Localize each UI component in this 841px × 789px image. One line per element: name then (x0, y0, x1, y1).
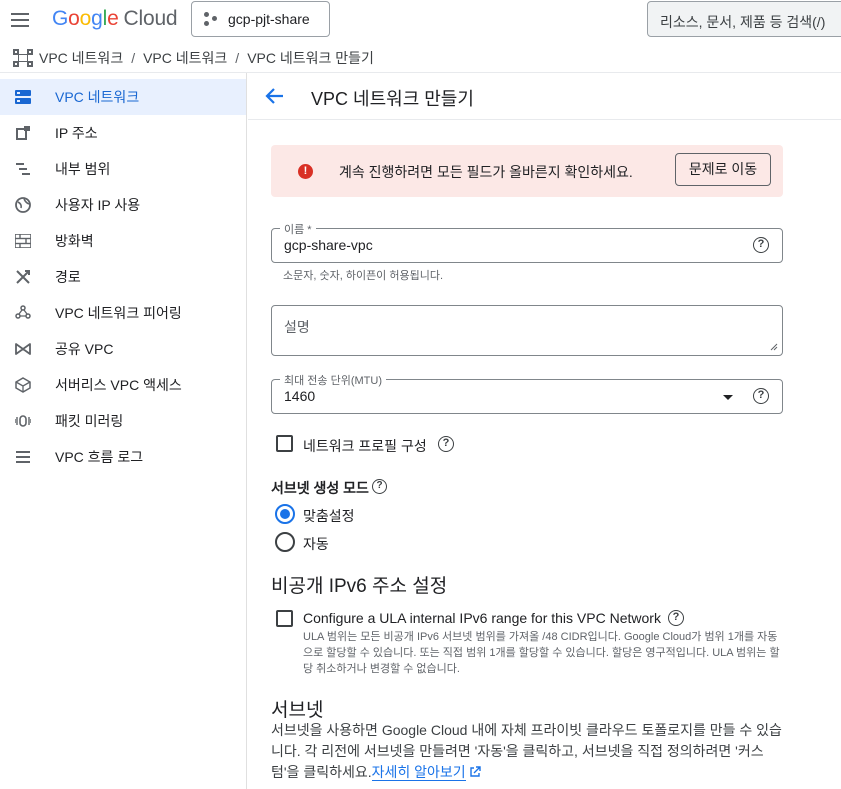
internal-range-icon (13, 159, 33, 179)
back-arrow-icon[interactable] (264, 85, 286, 107)
subnet-mode-custom-radio[interactable] (275, 504, 295, 524)
external-link-icon (469, 766, 481, 777)
logo-letter: e (107, 7, 119, 30)
sidebar-item-label: VPC 네트워크 (55, 89, 140, 105)
peering-icon (13, 303, 33, 323)
logo-letter: o (79, 7, 92, 30)
dropdown-arrow-icon[interactable] (723, 395, 733, 400)
help-icon[interactable]: ? (753, 237, 769, 253)
name-field-value: gcp-share-vpc (284, 237, 373, 253)
subnet-mode-custom-label: 맞춤설정 (303, 508, 355, 524)
sidebar-item-flow-logs[interactable]: VPC 흐름 로그 (0, 439, 246, 475)
resize-handle-icon[interactable] (770, 343, 778, 351)
firewall-icon (13, 231, 33, 251)
top-bar: Google Cloud gcp-pjt-share 리소스, 문서, 제품 등 … (0, 0, 841, 40)
mtu-select[interactable]: 최대 전송 단위(MTU) 1460 ? (271, 372, 783, 414)
sidebar-item-firewall[interactable]: 방화벽 (0, 223, 246, 259)
help-icon[interactable]: ? (372, 479, 387, 494)
breadcrumb: VPC 네트워크 / VPC 네트워크 / VPC 네트워크 만들기 (0, 44, 841, 72)
sidebar-item-label: 공유 VPC (55, 341, 114, 357)
logo-cloud-text: Cloud (123, 7, 178, 30)
sidebar-item-byoip[interactable]: 사용자 IP 사용 (0, 187, 246, 223)
breadcrumb-current: VPC 네트워크 만들기 (247, 50, 374, 66)
go-to-problem-button[interactable]: 문제로 이동 (675, 153, 771, 186)
ipv6-section-title: 비공개 IPv6 주소 설정 (271, 576, 448, 597)
error-icon: ! (298, 164, 313, 179)
vpc-network-icon (13, 87, 33, 107)
google-cloud-logo[interactable]: Google Cloud (52, 7, 178, 31)
sidebar-item-label: 서버리스 VPC 액세스 (55, 377, 182, 393)
page-title: VPC 네트워크 만들기 (311, 89, 474, 109)
logo-letter: o (68, 7, 80, 30)
sidebar-item-routes[interactable]: 경로 (0, 259, 246, 295)
name-field-hint: 소문자, 숫자, 하이픈이 허용됩니다. (283, 270, 444, 282)
sidebar-item-label: 패킷 미러링 (55, 413, 124, 429)
error-message: 계속 진행하려면 모든 필드가 올바른지 확인하세요. (339, 164, 633, 180)
help-icon[interactable]: ? (753, 388, 769, 404)
breadcrumb-separator: / (235, 50, 240, 66)
serverless-icon (13, 375, 33, 395)
network-profile-label: 네트워크 프로필 구성 (303, 438, 427, 454)
project-icon (204, 12, 218, 26)
sidebar-item-packet-mirroring[interactable]: 패킷 미러링 (0, 403, 246, 439)
breadcrumb-item[interactable]: VPC 네트워크 (39, 48, 123, 68)
subnet-mode-auto-radio[interactable] (275, 532, 295, 552)
learn-more-label: 자세히 알아보기 (371, 764, 466, 780)
logo-letter: g (91, 7, 103, 30)
shared-vpc-icon (13, 339, 33, 359)
breadcrumb-item[interactable]: VPC 네트워크 (143, 48, 227, 68)
flow-logs-icon (13, 447, 33, 467)
project-name: gcp-pjt-share (228, 11, 310, 27)
sidebar-item-label: VPC 네트워크 피어링 (55, 305, 182, 321)
description-field[interactable]: 설명 (271, 305, 783, 356)
ula-ipv6-description: ULA 범위는 모든 비공개 IPv6 서브넷 범위를 가져올 /48 CIDR… (303, 631, 780, 675)
subnet-mode-auto-label: 자동 (303, 536, 329, 552)
help-icon[interactable]: ? (668, 610, 684, 626)
subnet-section-description: 서브넷을 사용하면 Google Cloud 내에 자체 프라이빗 클라우드 토… (271, 720, 791, 783)
learn-more-link[interactable]: 자세히 알아보기 (371, 764, 466, 781)
name-field[interactable]: 이름 * gcp-share-vpc ? (271, 221, 783, 263)
sidebar-item-label: 사용자 IP 사용 (55, 197, 141, 213)
route-icon (13, 267, 33, 287)
description-placeholder: 설명 (284, 319, 310, 335)
sidebar-item-label: IP 주소 (55, 125, 98, 141)
mtu-field-label: 최대 전송 단위(MTU) (280, 372, 386, 388)
menu-icon[interactable] (8, 8, 32, 32)
vpc-network-icon (13, 49, 33, 67)
sidebar-item-label: VPC 흐름 로그 (55, 449, 144, 465)
sidebar-item-ip-address[interactable]: IP 주소 (0, 115, 246, 151)
main-content: VPC 네트워크 만들기 ! 계속 진행하려면 모든 필드가 올바른지 확인하세… (248, 73, 841, 789)
sidebar-item-vpc-network[interactable]: VPC 네트워크 (0, 79, 246, 115)
title-row: VPC 네트워크 만들기 (248, 73, 841, 120)
project-selector-button[interactable]: gcp-pjt-share (191, 1, 330, 37)
name-field-label: 이름 * (280, 221, 316, 237)
sidebar-item-peering[interactable]: VPC 네트워크 피어링 (0, 295, 246, 331)
help-icon[interactable]: ? (438, 436, 454, 452)
sidebar-item-label: 경로 (55, 269, 81, 285)
ip-address-icon (13, 123, 33, 143)
breadcrumb-separator: / (131, 50, 136, 66)
ula-ipv6-label: Configure a ULA internal IPv6 range for … (303, 610, 661, 626)
subnet-description-text: 서브넷을 사용하면 Google Cloud 내에 자체 프라이빗 클라우드 토… (271, 722, 782, 780)
sidebar-item-shared-vpc[interactable]: 공유 VPC (0, 331, 246, 367)
search-input[interactable]: 리소스, 문서, 제품 등 검색(/) (647, 1, 841, 37)
packet-mirroring-icon (13, 411, 33, 431)
sidebar-item-label: 내부 범위 (55, 161, 111, 177)
sidebar-item-internal-range[interactable]: 내부 범위 (0, 151, 246, 187)
globe-icon (13, 195, 33, 215)
mtu-field-value: 1460 (284, 388, 316, 404)
error-banner: ! 계속 진행하려면 모든 필드가 올바른지 확인하세요. 문제로 이동 (271, 145, 783, 197)
subnet-section-title: 서브넷 (271, 700, 324, 721)
sidebar: VPC 네트워크 IP 주소 내부 범위 사용자 IP 사용 방화벽 경로 VP… (0, 73, 247, 789)
subnet-mode-label: 서브넷 생성 모드 (271, 480, 369, 496)
logo-letter: G (52, 7, 69, 30)
sidebar-item-label: 방화벽 (55, 233, 94, 249)
ula-ipv6-checkbox[interactable] (276, 610, 293, 627)
network-profile-checkbox[interactable] (276, 435, 293, 452)
sidebar-item-serverless-vpc-access[interactable]: 서버리스 VPC 액세스 (0, 367, 246, 403)
